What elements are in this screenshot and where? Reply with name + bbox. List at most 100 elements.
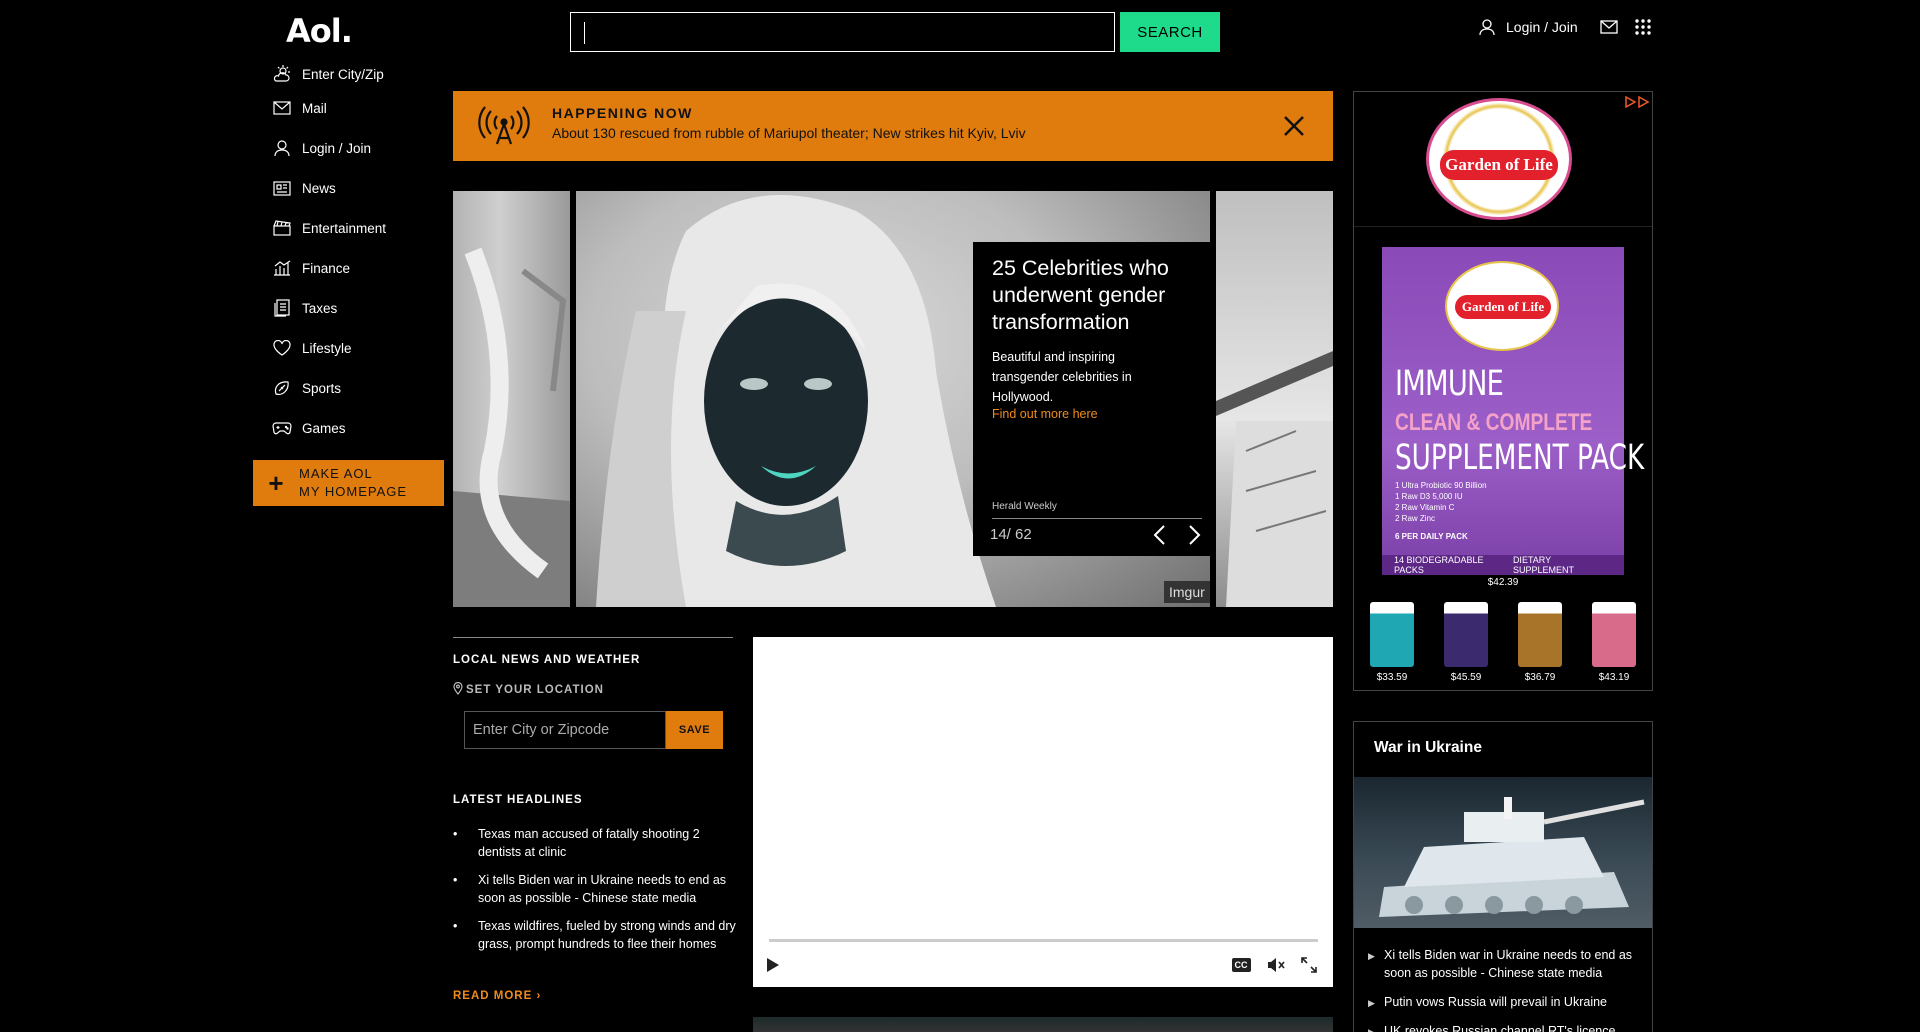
search-input[interactable]: [571, 13, 1114, 51]
plus-icon: +: [268, 467, 284, 498]
broadcast-icon: [477, 106, 531, 146]
chevron-right-icon[interactable]: [1182, 523, 1206, 547]
cc-label: CC: [1231, 958, 1251, 972]
war-image[interactable]: [1354, 777, 1652, 928]
zipcode-input[interactable]: [464, 711, 666, 749]
nav-item-weather[interactable]: Enter City/Zip: [272, 60, 442, 88]
ingredient: 1 Raw D3 5,000 IU: [1395, 492, 1463, 501]
left-nav: Enter City/Zip Mail Login / Join News En…: [272, 60, 442, 448]
war-headline-item[interactable]: Putin vows Russia will prevail in Ukrain…: [1368, 993, 1648, 1012]
mail-icon[interactable]: [1599, 18, 1618, 36]
nav-label: Lifestyle: [302, 340, 352, 356]
header-login-link[interactable]: Login / Join: [1506, 19, 1578, 35]
ingredient: 2 Raw Vitamin C: [1395, 503, 1455, 512]
make-homepage-button[interactable]: + MAKE AOL MY HOMEPAGE: [253, 460, 444, 506]
alert-headline[interactable]: About 130 rescued from rubble of Mariupo…: [552, 125, 1026, 141]
location-pin-icon: [453, 681, 463, 698]
nav-label: Taxes: [302, 300, 338, 316]
war-headline-item[interactable]: Xi tells Biden war in Ukraine needs to e…: [1368, 946, 1648, 982]
product-box[interactable]: Garden of Life IMMUNE CLEAN & COMPLETE S…: [1382, 247, 1644, 575]
mini-product-price: $36.79: [1524, 672, 1556, 683]
nav-item-login[interactable]: Login / Join: [272, 128, 442, 168]
war-heading[interactable]: War in Ukraine: [1374, 739, 1482, 757]
nav-label: News: [302, 180, 336, 196]
product-ingredients: 1 Ultra Probiotic 90 Billion 1 Raw D3 5,…: [1395, 480, 1487, 524]
closed-captions-icon[interactable]: CC: [1229, 954, 1253, 976]
headline-item[interactable]: Texas wildfires, fueled by strong winds …: [453, 917, 738, 953]
war-headlines: Xi tells Biden war in Ukraine needs to e…: [1368, 946, 1648, 1032]
read-more-link[interactable]: READ MORE ›: [453, 990, 541, 1002]
gamepad-icon: [272, 418, 292, 438]
product-brand-text: Garden of Life: [1455, 295, 1551, 319]
set-location-label: SET YOUR LOCATION: [466, 684, 604, 696]
ingredient: 2 Raw Zinc: [1395, 514, 1436, 523]
nav-item-lifestyle[interactable]: Lifestyle: [272, 328, 442, 368]
foot-left: 14 BIODEGRADABLE PACKS: [1394, 555, 1484, 575]
nav-item-games[interactable]: Games: [272, 408, 442, 448]
mini-product-price: $43.19: [1598, 672, 1630, 683]
local-news-heading: LOCAL NEWS AND WEATHER: [453, 654, 641, 666]
nav-label: Login / Join: [302, 140, 372, 156]
nav-label: Enter City/Zip: [302, 66, 384, 82]
product-footer: 14 BIODEGRADABLE PACKS DIETARY SUPPLEMEN…: [1382, 555, 1624, 575]
football-icon: [272, 378, 292, 398]
nav-label: Finance: [302, 260, 351, 276]
carousel-link[interactable]: Find out more here: [992, 407, 1098, 421]
headline-item[interactable]: Texas man accused of fatally shooting 2 …: [453, 825, 738, 861]
save-location-button[interactable]: SAVE: [666, 711, 723, 749]
search-box[interactable]: [570, 12, 1115, 52]
mute-icon[interactable]: [1265, 954, 1287, 976]
nav-item-finance[interactable]: Finance: [272, 248, 442, 288]
adchoices-icon[interactable]: [1624, 95, 1650, 109]
carousel-title[interactable]: 25 Celebrities who underwent gender tran…: [992, 255, 1202, 336]
happening-now-banner[interactable]: HAPPENING NOW About 130 rescued from rub…: [453, 91, 1333, 161]
advertisement[interactable]: Garden of Life Garden of Life IMMUNE CLE…: [1353, 91, 1653, 691]
video-progress-bar[interactable]: [769, 939, 1318, 942]
carousel-next-slide[interactable]: [1216, 191, 1333, 607]
mini-product[interactable]: [1518, 602, 1562, 667]
search-button[interactable]: SEARCH: [1120, 12, 1220, 52]
nav-label: Entertainment: [302, 220, 387, 236]
user-icon: [272, 138, 292, 158]
nav-item-mail[interactable]: Mail: [272, 88, 442, 128]
mini-product[interactable]: [1444, 602, 1488, 667]
nav-label: Sports: [302, 380, 342, 396]
nav-label: Mail: [302, 100, 327, 116]
chart-icon: [272, 258, 292, 278]
nav-item-entertainment[interactable]: Entertainment: [272, 208, 442, 248]
nav-item-taxes[interactable]: Taxes: [272, 288, 442, 328]
war-headline-item[interactable]: UK revokes Russian channel RT's licence: [1368, 1022, 1648, 1032]
mini-product-price: $33.59: [1376, 672, 1408, 683]
headline-item[interactable]: Xi tells Biden war in Ukraine needs to e…: [453, 871, 738, 907]
carousel-prev-slide[interactable]: [453, 191, 570, 607]
user-icon[interactable]: [1478, 18, 1496, 36]
play-icon[interactable]: [762, 954, 784, 976]
local-news-module: LOCAL NEWS AND WEATHER SET YOUR LOCATION…: [453, 637, 733, 749]
chevron-left-icon[interactable]: [1148, 523, 1172, 547]
set-location[interactable]: SET YOUR LOCATION: [453, 681, 604, 698]
carousel-description: Beautiful and inspiring transgender cele…: [992, 350, 1132, 404]
alert-label: HAPPENING NOW: [552, 105, 693, 121]
video-player[interactable]: CC: [753, 637, 1333, 987]
nav-item-news[interactable]: News: [272, 168, 442, 208]
ad-header: Garden of Life: [1354, 92, 1652, 227]
apps-grid-icon[interactable]: [1634, 18, 1652, 36]
image-credit: Imgur: [1164, 581, 1210, 603]
main-product-price: $42.39: [1487, 577, 1519, 588]
carousel-caption-card: 25 Celebrities who underwent gender tran…: [973, 242, 1210, 556]
nav-item-sports[interactable]: Sports: [272, 368, 442, 408]
mini-product[interactable]: [1370, 602, 1414, 667]
close-icon[interactable]: [1279, 111, 1309, 141]
foot-right: DIETARY SUPPLEMENT: [1512, 555, 1574, 575]
fullscreen-icon[interactable]: [1298, 954, 1320, 976]
mini-product[interactable]: [1592, 602, 1636, 667]
header-actions: Login / Join: [1478, 18, 1652, 36]
aol-logo[interactable]: Aol.: [286, 12, 353, 50]
make-homepage-text: MAKE AOL MY HOMEPAGE: [299, 465, 407, 501]
mail-icon: [272, 98, 292, 118]
document-icon: [272, 298, 292, 318]
next-video-thumbnail[interactable]: [753, 1017, 1333, 1032]
text-caret: [584, 22, 585, 44]
latest-headlines-heading: LATEST HEADLINES: [453, 794, 583, 806]
ingredient: 1 Ultra Probiotic 90 Billion: [1395, 481, 1487, 490]
